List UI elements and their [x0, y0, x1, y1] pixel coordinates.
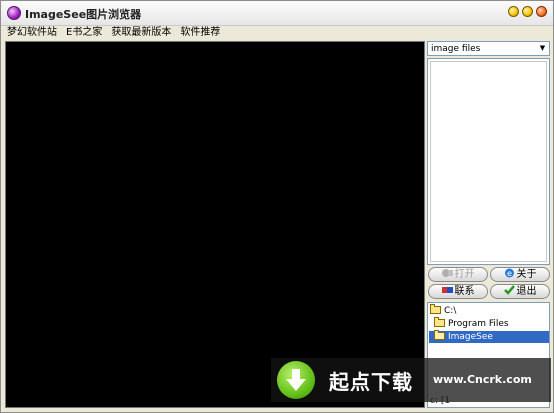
- open-folder-icon: [434, 330, 445, 340]
- contact-button[interactable]: 联系: [428, 284, 488, 299]
- tree-item-label: C:\: [444, 306, 457, 316]
- menu-item-latest-version[interactable]: 获取最新版本: [111, 26, 171, 40]
- side-panel: image files ▼ 打开 e 关于 联系 退出 C:\ Program …: [427, 41, 551, 408]
- menu-item-dream-software[interactable]: 梦幻软件站: [7, 26, 57, 40]
- tree-item-c-drive[interactable]: C:\: [430, 304, 457, 317]
- menu-bar: 梦幻软件站 E书之家 获取最新版本 软件推荐: [1, 26, 553, 40]
- chevron-down-icon[interactable]: ▼: [537, 43, 548, 54]
- exit-label: 退出: [516, 286, 537, 297]
- tree-item-program-files[interactable]: Program Files: [434, 317, 509, 330]
- exit-button[interactable]: 退出: [490, 284, 550, 299]
- file-list-area: [430, 61, 547, 262]
- tree-item-label: Program Files: [448, 319, 509, 329]
- open-button[interactable]: 打开: [428, 267, 488, 282]
- title-bar[interactable]: ImageSee图片浏览器: [1, 1, 553, 26]
- contact-icon: [441, 285, 453, 295]
- about-label: 关于: [516, 269, 537, 280]
- watermark-brand: 起点下载: [329, 370, 413, 394]
- watermark-url: www.Cncrk.com: [433, 373, 532, 386]
- ie-icon: e: [504, 268, 515, 278]
- menu-item-recommend[interactable]: 软件推荐: [180, 26, 220, 40]
- window-controls: [508, 6, 547, 17]
- contact-label: 联系: [454, 286, 475, 297]
- image-viewer[interactable]: [5, 41, 425, 408]
- svg-text:e: e: [507, 269, 512, 278]
- file-type-select[interactable]: image files ▼: [427, 41, 550, 56]
- folder-icon: [430, 304, 441, 314]
- window-title: ImageSee图片浏览器: [25, 8, 142, 21]
- app-window: ImageSee图片浏览器 梦幻软件站 E书之家 获取最新版本 软件推荐 ima…: [0, 0, 554, 413]
- tree-item-imagesee[interactable]: ImageSee: [429, 330, 549, 343]
- app-icon: [7, 6, 21, 20]
- file-list[interactable]: [427, 58, 550, 265]
- open-icon: [441, 268, 453, 278]
- download-icon: [277, 361, 315, 399]
- maximize-button[interactable]: [522, 6, 533, 17]
- menu-item-ebook-home[interactable]: E书之家: [66, 26, 102, 40]
- open-label: 打开: [454, 269, 475, 280]
- file-type-value: image files: [431, 44, 481, 54]
- check-icon: [503, 285, 515, 295]
- minimize-button[interactable]: [508, 6, 519, 17]
- watermark-banner: 起点下载 www.Cncrk.com: [271, 358, 551, 402]
- close-button[interactable]: [536, 6, 547, 17]
- tree-item-label: ImageSee: [448, 332, 493, 342]
- folder-icon: [434, 317, 445, 327]
- about-button[interactable]: e 关于: [490, 267, 550, 282]
